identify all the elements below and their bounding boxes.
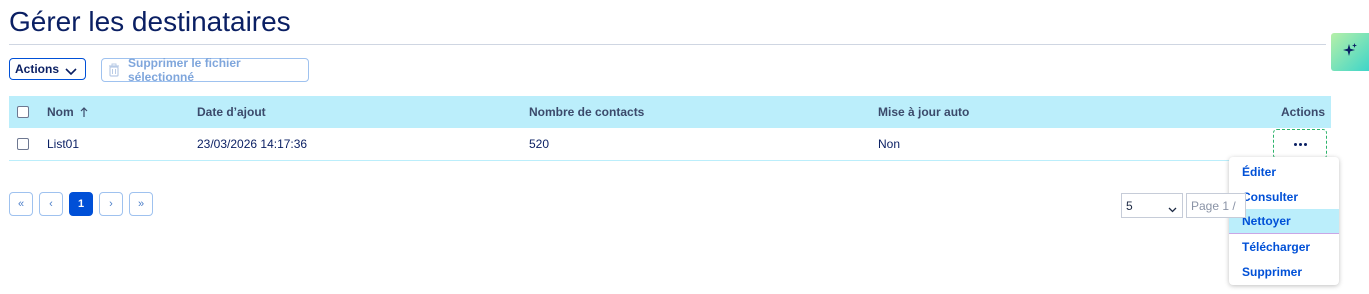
row-actions-menu: Éditer Consulter Nettoyer Télécharger Su…: [1229, 157, 1339, 285]
more-horizontal-icon: [1293, 142, 1308, 146]
column-header-actions: Actions: [1280, 105, 1325, 119]
column-header-contacts: Nombre de contacts: [529, 105, 645, 119]
row-name: List01: [47, 137, 80, 151]
page-title: Gérer les destinataires: [9, 6, 291, 37]
previous-page-button[interactable]: ‹: [39, 192, 63, 216]
menu-item-download[interactable]: Télécharger: [1229, 234, 1339, 259]
chevron-down-icon: [1168, 202, 1177, 216]
column-header-auto-update: Mise à jour auto: [878, 105, 970, 119]
sparkles-icon: [1342, 42, 1358, 63]
page-size-select[interactable]: 5: [1121, 193, 1183, 218]
row-checkbox[interactable]: [17, 138, 29, 150]
column-header-date: Date d’ajout: [197, 105, 266, 119]
first-page-button[interactable]: «: [9, 192, 33, 216]
select-all-checkbox[interactable]: [17, 106, 29, 118]
row-auto-update: Non: [878, 137, 901, 151]
page-indicator: Page 1 /: [1186, 193, 1246, 218]
menu-item-edit[interactable]: Éditer: [1229, 159, 1339, 184]
row-actions-button[interactable]: [1273, 129, 1327, 159]
arrow-up-icon: [80, 106, 88, 118]
menu-item-delete[interactable]: Supprimer: [1229, 259, 1339, 284]
column-header-name-label: Nom: [47, 105, 74, 119]
trash-icon: [108, 63, 120, 77]
actions-dropdown-label: Actions: [15, 62, 60, 76]
delete-selected-file-button[interactable]: Supprimer le fichier sélectionné: [101, 56, 309, 84]
row-date: 23/03/2026 14:17:36: [197, 137, 308, 151]
recipients-table: Nom Date d’ajout Nombre de contacts Mise…: [9, 96, 1331, 161]
current-page-button[interactable]: 1: [69, 192, 93, 216]
title-divider: [9, 44, 1326, 45]
last-page-button[interactable]: »: [129, 192, 153, 216]
row-select-cell: [17, 128, 29, 160]
table-row: List01 23/03/2026 14:17:36 520 Non: [9, 128, 1331, 161]
row-contacts: 520: [529, 137, 550, 151]
column-header-name[interactable]: Nom: [47, 96, 88, 128]
delete-selected-file-label: Supprimer le fichier sélectionné: [128, 56, 241, 84]
actions-dropdown[interactable]: Actions: [9, 58, 86, 80]
magic-assistant-button[interactable]: [1331, 33, 1369, 71]
select-all-cell: [17, 96, 29, 128]
next-page-button[interactable]: ›: [99, 192, 123, 216]
page-size-value: 5: [1126, 198, 1133, 213]
table-header: Nom Date d’ajout Nombre de contacts Mise…: [9, 96, 1331, 128]
chevron-down-icon: [65, 65, 77, 79]
